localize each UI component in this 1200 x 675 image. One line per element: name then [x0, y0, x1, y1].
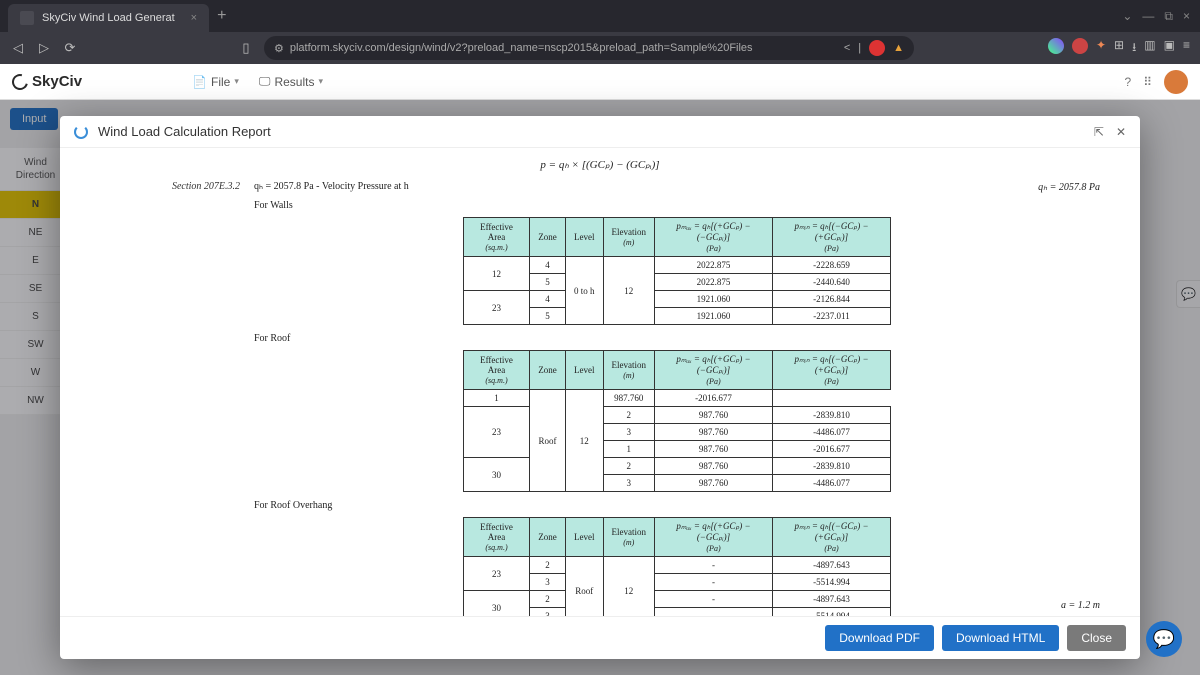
url-text: platform.skyciv.com/design/wind/v2?prelo… — [290, 42, 753, 54]
table-overhang: Effective Area(sq.m.)ZoneLevelElevation(… — [463, 517, 891, 616]
tab-favicon — [20, 11, 34, 25]
sub-roof: For Roof — [254, 333, 1100, 344]
divider: | — [858, 42, 861, 54]
logo[interactable]: SkyCiv — [12, 73, 82, 90]
expand-icon[interactable]: ⇱ — [1094, 125, 1104, 139]
panel-icon[interactable]: ▥ — [1144, 38, 1155, 59]
avatar[interactable] — [1164, 70, 1188, 94]
menu-results[interactable]: 🖵 Results ▾ — [259, 74, 323, 89]
section-ref: Section 207E.3.2 — [100, 181, 240, 192]
qh-value: qₕ = 2057.8 Pa - Velocity Pressure at h — [254, 181, 409, 192]
help-icon[interactable]: ? — [1125, 75, 1132, 89]
modal-body[interactable]: p = qₕ × [(GCₚ) − (GCₚᵢ)] qₕ = 2057.8 Pa… — [60, 148, 1140, 616]
site-settings-icon[interactable]: ⚙ — [274, 42, 284, 55]
close-button[interactable]: Close — [1067, 625, 1126, 651]
table-walls: Effective Area(sq.m.)ZoneLevelElevation(… — [463, 217, 891, 325]
ext-icon[interactable]: ⊞ — [1114, 38, 1124, 59]
loading-icon — [74, 125, 88, 139]
equation-main: p = qₕ × [(GCₚ) − (GCₚᵢ)] — [100, 158, 1100, 171]
chat-bubble-icon[interactable]: 💬 — [1146, 621, 1182, 657]
table-roof: Effective Area(sq.m.)ZoneLevelElevation(… — [463, 350, 891, 492]
close-tab-icon[interactable]: × — [191, 12, 197, 24]
bookmark-icon[interactable]: ▯ — [238, 40, 254, 56]
download-html-button[interactable]: Download HTML — [942, 625, 1059, 651]
app-body: Input WindDirection N NE E SE S SW W NW … — [0, 100, 1200, 675]
forward-icon[interactable]: ▷ — [36, 40, 52, 56]
browser-tabstrip: SkyCiv Wind Load Generat × + ⌄ — ⧉ × — [0, 0, 1200, 32]
apps-icon[interactable]: ⠿ — [1143, 75, 1152, 89]
new-tab-button[interactable]: + — [217, 7, 226, 25]
modal-header: Wind Load Calculation Report ⇱ ✕ — [60, 116, 1140, 148]
menu-file[interactable]: 📄 File ▾ — [192, 75, 239, 89]
maximize-icon[interactable]: ⧉ — [1164, 9, 1173, 24]
ext-icon[interactable] — [1072, 38, 1088, 54]
download-icon[interactable]: ⭳ — [1132, 38, 1136, 59]
modal-title: Wind Load Calculation Report — [98, 124, 271, 139]
url-bar[interactable]: ⚙ platform.skyciv.com/design/wind/v2?pre… — [264, 36, 914, 60]
minimize-icon[interactable]: — — [1142, 9, 1154, 24]
ext-icon[interactable]: ▣ — [1164, 38, 1175, 59]
ext-icon[interactable] — [1048, 38, 1064, 54]
app-header: SkyCiv 📄 File ▾ 🖵 Results ▾ ? ⠿ — [0, 64, 1200, 100]
ext-icon[interactable]: ✦ — [1096, 38, 1106, 59]
extension-icons: ✦ ⊞ ⭳ ▥ ▣ ≡ — [1048, 38, 1190, 59]
sub-overhang: For Roof Overhang — [254, 500, 1100, 511]
warning-icon[interactable]: ▲ — [893, 42, 904, 54]
report-modal: Wind Load Calculation Report ⇱ ✕ p = qₕ … — [60, 116, 1140, 659]
logo-icon — [9, 71, 31, 93]
chevron-down-icon[interactable]: ⌄ — [1122, 9, 1132, 24]
modal-footer: Download PDF Download HTML Close — [60, 616, 1140, 659]
close-window-icon[interactable]: × — [1183, 9, 1190, 24]
close-icon[interactable]: ✕ — [1116, 125, 1126, 139]
browser-tab[interactable]: SkyCiv Wind Load Generat × — [8, 4, 209, 32]
browser-navbar: ◁ ▷ ⟳ ▯ ⚙ platform.skyciv.com/design/win… — [0, 32, 1200, 64]
shield-icon[interactable] — [869, 40, 885, 56]
share-icon[interactable]: < — [844, 42, 850, 54]
download-pdf-button[interactable]: Download PDF — [825, 625, 934, 651]
margin-note-a: a = 1.2 m — [1061, 600, 1100, 611]
tab-title: SkyCiv Wind Load Generat — [42, 12, 175, 24]
menu-icon[interactable]: ≡ — [1183, 38, 1190, 59]
back-icon[interactable]: ◁ — [10, 40, 26, 56]
sub-walls: For Walls — [254, 200, 1100, 211]
margin-note-qh: qₕ = 2057.8 Pa — [1038, 182, 1100, 193]
reload-icon[interactable]: ⟳ — [62, 40, 78, 56]
